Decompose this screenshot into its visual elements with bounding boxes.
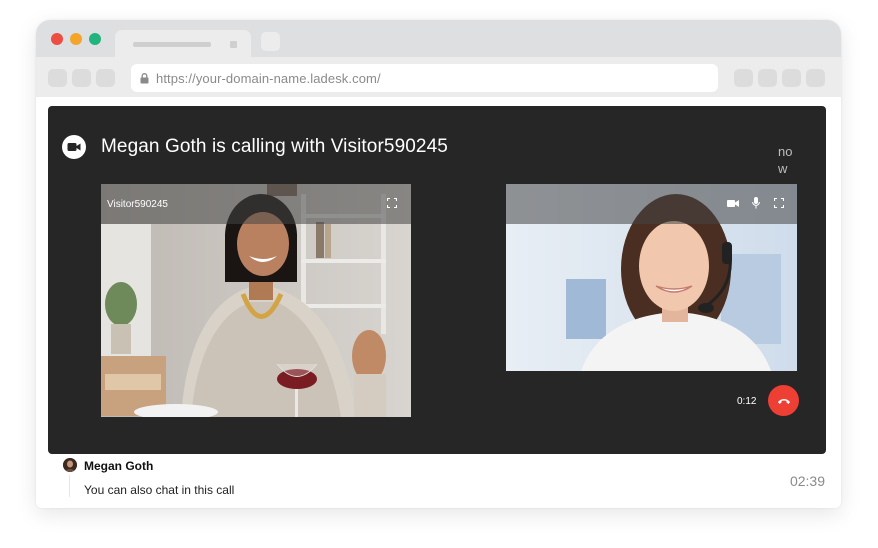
- call-title: Megan Goth is calling with Visitor590245: [101, 136, 448, 157]
- fullscreen-icon[interactable]: [385, 196, 399, 210]
- microphone-icon[interactable]: [749, 196, 763, 210]
- address-bar[interactable]: https://your-domain-name.ladesk.com/: [131, 64, 718, 92]
- chat-thread-line: [69, 475, 70, 497]
- agent-video: [506, 184, 797, 371]
- visitor-name-label: Visitor590245: [107, 199, 168, 210]
- camera-icon[interactable]: [726, 196, 740, 210]
- chat-timestamp: 02:39: [789, 473, 825, 489]
- browser-tab[interactable]: [115, 30, 251, 58]
- chat-message-text: You can also chat in this call: [84, 483, 235, 497]
- address-url: https://your-domain-name.ladesk.com/: [156, 70, 381, 86]
- extension-button-2[interactable]: [758, 69, 777, 87]
- browser-title-bar: [36, 20, 841, 58]
- menu-button[interactable]: [806, 69, 825, 87]
- browser-toolbar: https://your-domain-name.ladesk.com/: [36, 57, 841, 97]
- browser-window: https://your-domain-name.ladesk.com/ Meg…: [36, 20, 841, 508]
- avatar: [63, 458, 77, 472]
- hang-up-button[interactable]: [768, 385, 799, 416]
- forward-button[interactable]: [72, 69, 91, 87]
- call-duration: 0:12: [737, 396, 757, 407]
- video-camera-icon: [62, 135, 86, 159]
- visitor-video-toolbar: Visitor590245: [101, 184, 411, 224]
- maximize-window-button[interactable]: [89, 33, 101, 45]
- tab-title-placeholder: [133, 42, 211, 47]
- extension-button-1[interactable]: [734, 69, 753, 87]
- phone-hangup-icon: [777, 398, 790, 404]
- video-call-panel: Megan Goth is calling with Visitor590245…: [48, 106, 826, 454]
- tab-close-icon[interactable]: [230, 41, 237, 48]
- chat-author-name: Megan Goth: [84, 459, 154, 473]
- lock-icon: [140, 72, 149, 83]
- new-tab-button[interactable]: [261, 32, 280, 51]
- agent-video-toolbar: [506, 184, 797, 224]
- fullscreen-icon[interactable]: [772, 196, 786, 210]
- close-window-button[interactable]: [51, 33, 63, 45]
- call-time-label: now: [778, 144, 793, 176]
- extension-button-3[interactable]: [782, 69, 801, 87]
- visitor-video: Visitor590245: [101, 184, 411, 417]
- back-button[interactable]: [48, 69, 67, 87]
- minimize-window-button[interactable]: [70, 33, 82, 45]
- reload-button[interactable]: [96, 69, 115, 87]
